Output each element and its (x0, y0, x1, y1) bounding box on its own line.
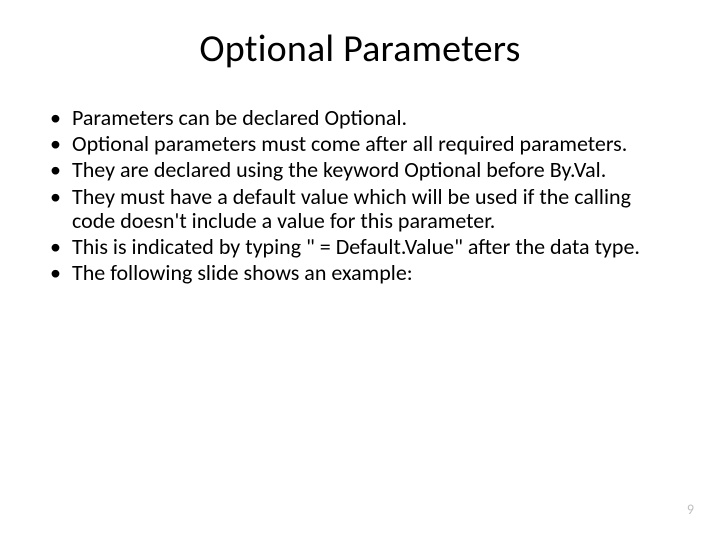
bullet-list: Parameters can be declared Optional. Opt… (44, 106, 676, 285)
list-item: This is indicated by typing " = Default.… (44, 235, 676, 259)
list-item: Parameters can be declared Optional. (44, 106, 676, 130)
list-item: The following slide shows an example: (44, 261, 676, 285)
list-item: They are declared using the keyword Opti… (44, 158, 676, 182)
slide-title: Optional Parameters (44, 26, 676, 72)
page-number: 9 (687, 501, 694, 518)
slide: Optional Parameters Parameters can be de… (0, 0, 720, 540)
list-item: Optional parameters must come after all … (44, 132, 676, 156)
list-item: They must have a default value which wil… (44, 185, 676, 233)
